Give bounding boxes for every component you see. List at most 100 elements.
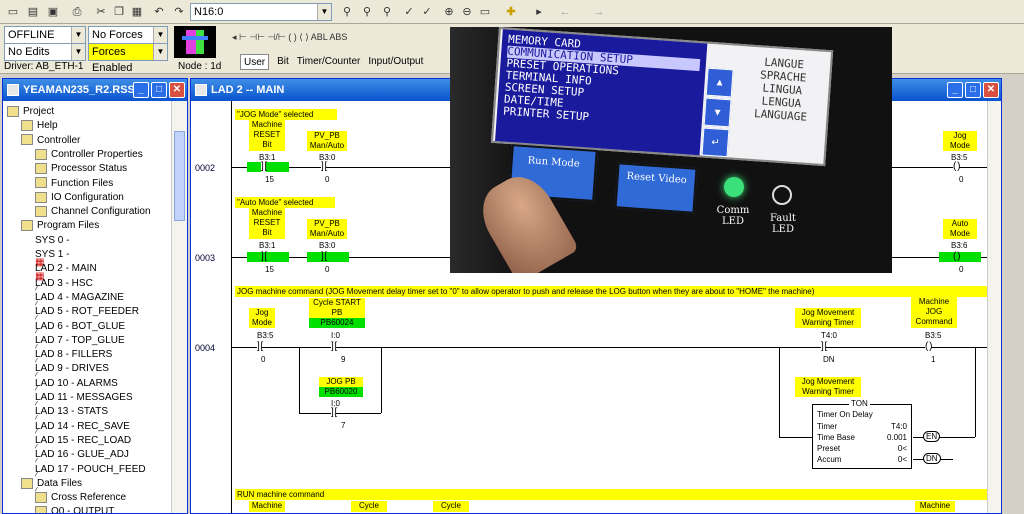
tab-timer-counter[interactable]: Timer/Counter: [297, 54, 361, 70]
tab-bit[interactable]: Bit: [277, 54, 289, 70]
driver-label: Driver: AB_ETH-1: [4, 61, 84, 72]
folder-icon: [35, 491, 47, 503]
comm-led-label: Comm LED: [716, 205, 750, 227]
maximize-icon[interactable]: □: [965, 82, 981, 98]
tree-item[interactable]: ⁄ LAD 9 - DRIVES: [35, 362, 109, 395]
tree-item[interactable]: ⁄ LAD 11 - MESSAGES: [35, 391, 133, 424]
undo-icon[interactable]: ↶: [150, 3, 168, 21]
tree-item[interactable]: ⁄ LAD 16 - GLUE_ADJ: [35, 448, 129, 481]
tree-item[interactable]: ⁄ LAD 10 - ALARMS: [35, 377, 118, 410]
paste-icon[interactable]: ▦: [128, 3, 146, 21]
close-icon[interactable]: ✕: [983, 82, 999, 98]
tree-item[interactable]: Cross Reference: [35, 491, 126, 505]
search-next-icon[interactable]: ⚲: [358, 3, 376, 21]
tree-item[interactable]: IO Configuration: [35, 191, 124, 205]
chevron-down-icon[interactable]: ▼: [153, 44, 167, 60]
verify-all-icon[interactable]: ✓: [418, 3, 436, 21]
tree-item-label: LAD 3 - HSC: [35, 277, 93, 289]
contact-label: Machine RESET Bit: [249, 208, 285, 239]
tab-input-output[interactable]: Input/Output: [368, 54, 423, 70]
tree-item[interactable]: Controller: [21, 134, 80, 148]
tree-item[interactable]: ▦ SYS 0 -: [35, 234, 69, 267]
print-icon[interactable]: ⎙: [68, 3, 86, 21]
maximize-icon[interactable]: □: [151, 82, 167, 98]
tree-item[interactable]: Processor Status: [35, 162, 127, 176]
tree-item[interactable]: ⁄ LAD 13 - STATS: [35, 405, 108, 438]
tree-item[interactable]: ⁄ LAD 6 - BOT_GLUE: [35, 320, 125, 353]
accum-value: 0<: [897, 455, 907, 464]
tree-item-label: Project: [23, 106, 55, 117]
timer-field-value: T4:0: [890, 422, 907, 431]
tree-item-label: Controller: [37, 134, 81, 146]
hmi-menu[interactable]: MEMORY CARD COMMUNICATION SETUP PRESET OPE…: [495, 29, 708, 156]
tree-item[interactable]: O0 - OUTPUT: [35, 505, 114, 513]
replace-icon[interactable]: ⚲: [378, 3, 396, 21]
tree-item[interactable]: ⁄ LAD 14 - REC_SAVE: [35, 420, 130, 453]
tree-item[interactable]: Channel Configuration: [35, 205, 151, 219]
cut-icon[interactable]: ✂: [92, 3, 110, 21]
contact-label: Jog Mode: [249, 308, 275, 328]
copy-icon[interactable]: ❐: [110, 3, 128, 21]
play-icon[interactable]: ▸: [530, 3, 548, 21]
verify-icon[interactable]: ✓: [400, 3, 418, 21]
project-scrollbar[interactable]: [171, 101, 187, 513]
folder-icon: [7, 105, 19, 117]
energized-contact[interactable]: [247, 162, 289, 172]
close-icon[interactable]: ✕: [169, 82, 185, 98]
tree-item[interactable]: Data Files: [21, 477, 82, 491]
arrow-up-icon[interactable]: ▲: [705, 67, 734, 98]
forces-combo[interactable]: No Forces ▼: [88, 26, 168, 44]
tree-item[interactable]: ⁄ LAD 4 - MAGAZINE: [35, 291, 124, 324]
contact-symbol: ] [: [331, 341, 337, 352]
contact-address: I:0: [331, 331, 340, 340]
forces-enabled-combo[interactable]: Forces Enabled ▼: [88, 43, 168, 74]
tree-item[interactable]: ⁄ LAD 2 - MAIN: [35, 262, 97, 295]
tree-item[interactable]: Controller Properties: [35, 148, 143, 162]
reset-video-button[interactable]: Reset Video: [614, 162, 698, 214]
tree-item[interactable]: ⁄ LAD 7 - TOP_GLUE: [35, 334, 125, 367]
edits-combo[interactable]: No Edits ▼: [4, 43, 86, 61]
redo-icon[interactable]: ↷: [170, 3, 188, 21]
add-icon[interactable]: ✚: [502, 3, 520, 21]
address-combo[interactable]: N16:0 ▼: [190, 3, 332, 21]
chevron-down-icon[interactable]: ▼: [317, 4, 331, 20]
new-file-icon[interactable]: ▭: [4, 3, 22, 21]
chevron-down-icon[interactable]: ▼: [153, 27, 167, 43]
energized-contact[interactable]: [247, 252, 289, 262]
zoom-in-icon[interactable]: ⊕: [440, 3, 458, 21]
tree-item[interactable]: ⁄ LAD 8 - FILLERS: [35, 348, 112, 381]
tree-item[interactable]: ⁄ LAD 3 - HSC: [35, 277, 93, 310]
tree-item[interactable]: ▦ SYS 1 -: [35, 248, 69, 281]
tab-user[interactable]: User: [240, 54, 270, 70]
branch-wire: [779, 347, 780, 437]
search-icon[interactable]: ⚲: [338, 3, 356, 21]
tree-item[interactable]: ⁄ LAD 17 - POUCH_FEED: [35, 463, 146, 496]
chevron-down-icon[interactable]: ▼: [71, 44, 85, 60]
window-icon[interactable]: ▭: [476, 3, 494, 21]
project-icon: [7, 84, 19, 96]
tree-item-label: LAD 16 - GLUE_ADJ: [35, 449, 129, 461]
tree-item[interactable]: Project: [7, 105, 54, 119]
chevron-down-icon[interactable]: ▼: [71, 27, 85, 43]
energized-coil[interactable]: [939, 252, 981, 262]
back-arrow-icon[interactable]: ←: [556, 3, 574, 21]
zoom-out-icon[interactable]: ⊖: [458, 3, 476, 21]
minimize-icon[interactable]: _: [133, 82, 149, 98]
open-folder-icon[interactable]: ▤: [24, 3, 42, 21]
tree-item[interactable]: ⁄ LAD 5 - ROT_FEEDER: [35, 305, 139, 338]
enter-icon[interactable]: ↵: [701, 127, 730, 158]
ton-timer-block[interactable]: TON Timer On Delay Timer T4:0 Time Base …: [812, 399, 912, 469]
ladder-scrollbar[interactable]: [987, 101, 1001, 513]
tree-item[interactable]: ⁄ LAD 15 - REC_LOAD: [35, 434, 131, 467]
main-toolbar: ▭ ▤ ▣ ⎙ ✂ ❐ ▦ ↶ ↷ N16:0 ▼ ⚲ ⚲ ⚲ ✓ ✓ ⊕ ⊖ …: [0, 0, 1024, 24]
tree-item[interactable]: Help: [21, 119, 58, 133]
minimize-icon[interactable]: _: [947, 82, 963, 98]
energized-contact[interactable]: [307, 252, 349, 262]
tree-item[interactable]: Function Files: [35, 177, 113, 191]
arrow-down-icon[interactable]: ▼: [703, 97, 732, 128]
save-icon[interactable]: ▣: [44, 3, 62, 21]
mode-combo[interactable]: OFFLINE ▼: [4, 26, 86, 44]
forward-arrow-icon[interactable]: →: [590, 3, 608, 21]
tree-item[interactable]: Program Files: [21, 219, 99, 233]
instruction-palette[interactable]: ◂ ⊢ ⊣⊢ ⊣/⊢ ( ) ⟨ ⟩ ABL ABS: [232, 28, 448, 46]
